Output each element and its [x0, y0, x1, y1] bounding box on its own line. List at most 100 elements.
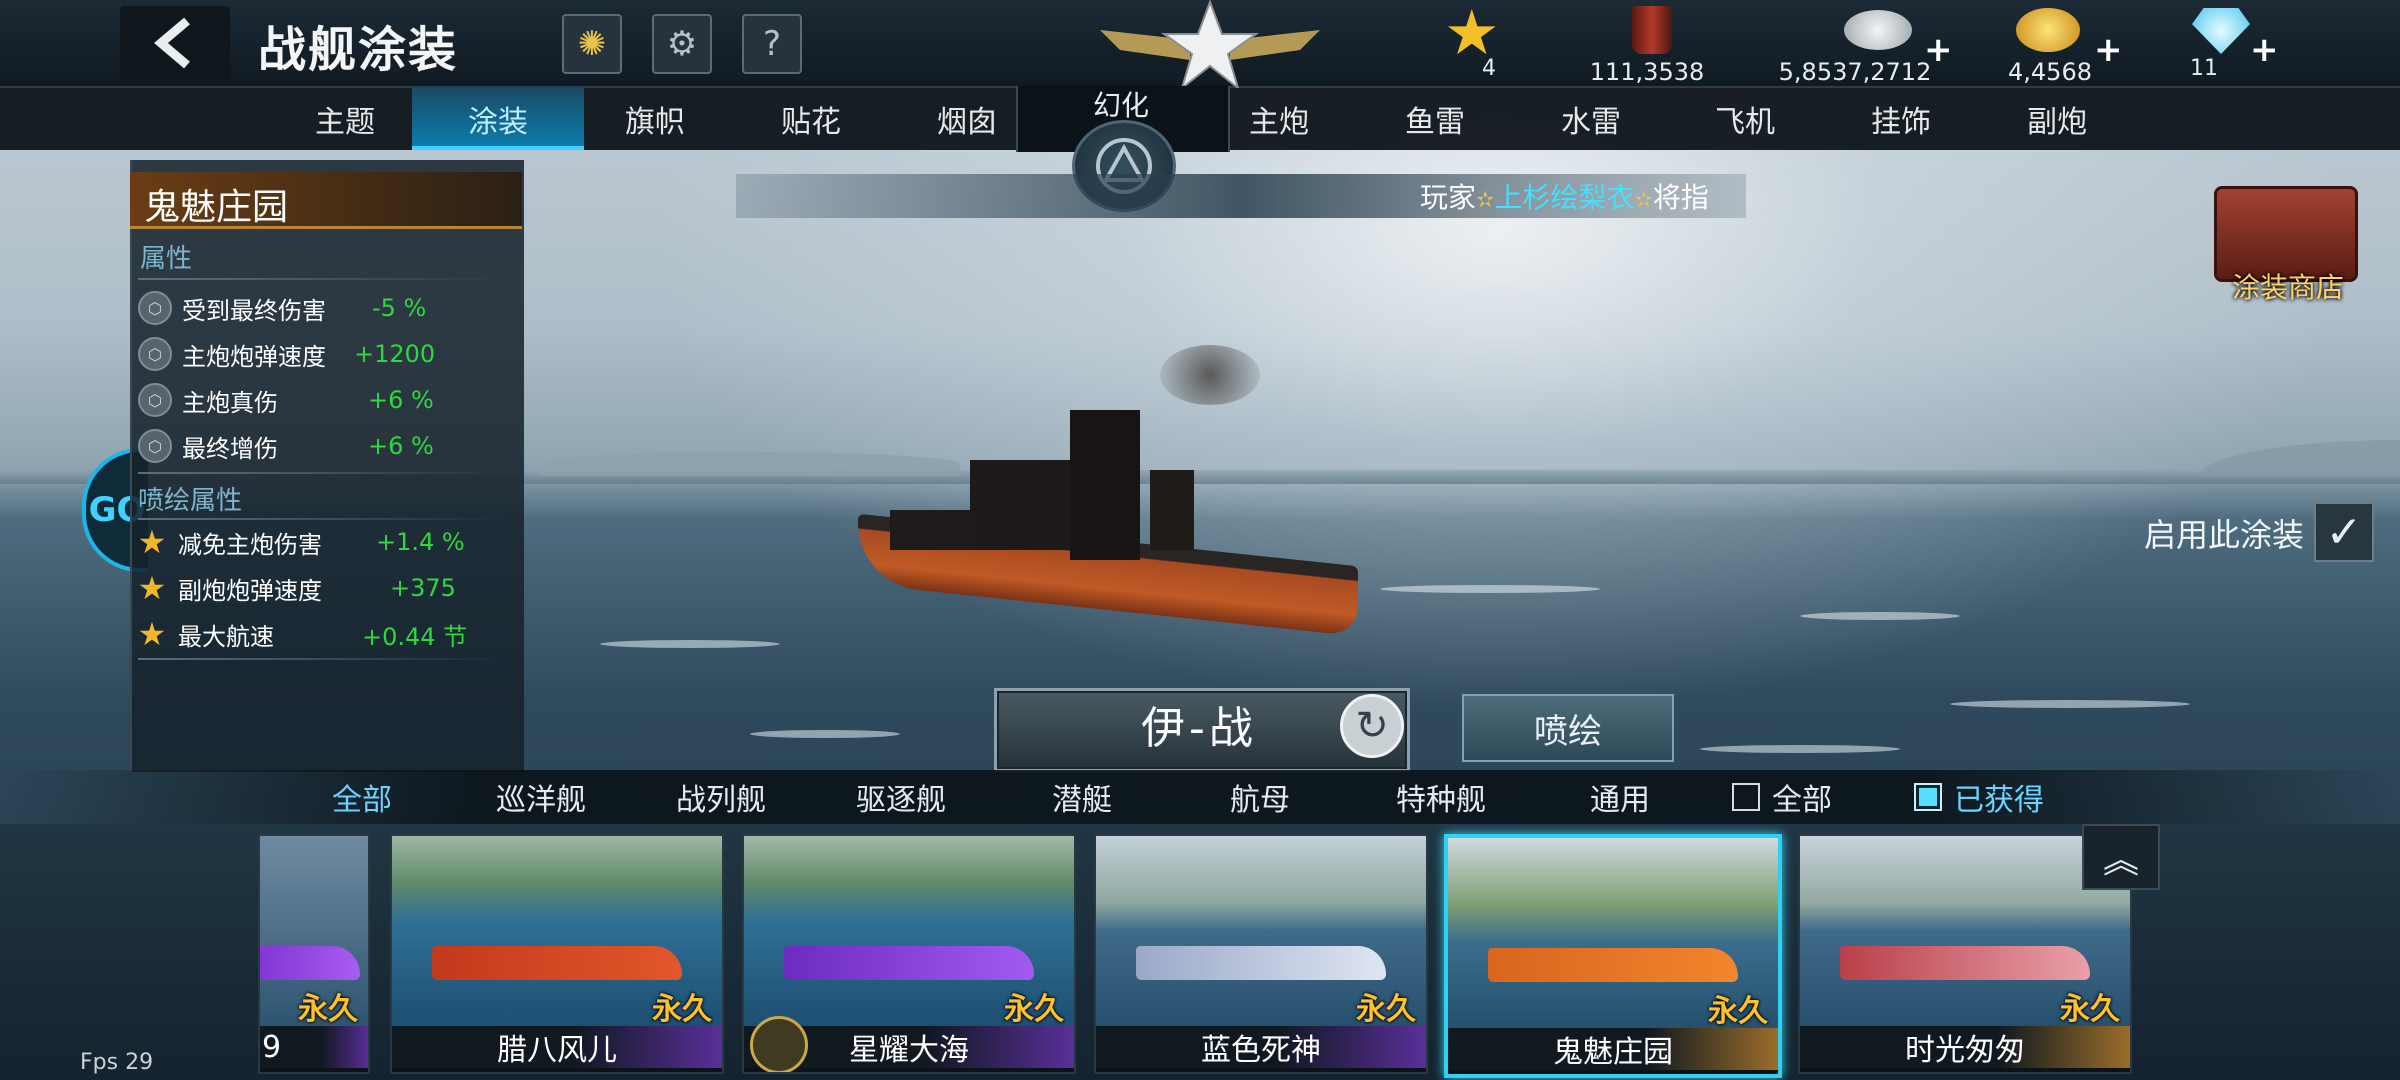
ship-thumbnail [1839, 946, 2091, 980]
refresh-icon: ↻ [1355, 703, 1389, 749]
question-icon: ? [762, 24, 782, 64]
tab-secondary-gun[interactable]: 副炮 [2002, 88, 2112, 150]
filter-carrier[interactable]: 航母 [1230, 774, 1290, 820]
spray-attr-row: ★ 最大航速 +0.44 节 [137, 615, 468, 653]
tab-flag[interactable]: 旗帜 [600, 88, 710, 150]
gold-resource: 4,4568 [2000, 2, 2100, 86]
star-icon: ★ [1444, 0, 1500, 69]
gear-icon: ⚙ [666, 24, 698, 64]
gold-value: 4,4568 [2008, 58, 2092, 86]
paint-bucket-icon [1632, 6, 1672, 54]
checkbox-checked-icon [1914, 783, 1942, 811]
wave [750, 730, 900, 738]
tab-theme[interactable]: 主题 [290, 88, 400, 150]
paint-resource: 111,3538 [1572, 2, 1722, 86]
back-button[interactable] [120, 6, 230, 80]
double-chevron-up-icon: ︽ [2102, 840, 2139, 881]
divider [138, 278, 508, 280]
wave [600, 640, 780, 648]
checkbox-icon [1732, 783, 1760, 811]
ship-thumbnail [1135, 946, 1387, 980]
ship-thumbnail [431, 946, 683, 980]
add-diamond-button[interactable]: + [2250, 30, 2279, 70]
firework-button[interactable]: ✺ [562, 14, 622, 74]
attr-row: ⬡ 主炮真伤 +6 % [138, 380, 508, 420]
paint-shop-label[interactable]: 涂装商店 [2232, 266, 2344, 306]
apply-skin-label: 启用此涂装 [2144, 516, 2305, 554]
filter-general[interactable]: 通用 [1590, 774, 1650, 820]
attr-row: ⬡ 受到最终伤害 -5 % [138, 288, 508, 328]
fps-counter: Fps 29 [80, 1050, 154, 1075]
tab-ornament[interactable]: 挂饰 [1846, 88, 1956, 150]
fuse-emblem-icon [750, 1016, 808, 1072]
skin-card-name: 9 [262, 1029, 282, 1065]
wave [1950, 700, 2190, 708]
filter-all[interactable]: 全部 [332, 774, 392, 820]
skin-card[interactable]: 永久 蓝色死神 [1094, 834, 1428, 1074]
filter-cruiser[interactable]: 巡洋舰 [496, 774, 586, 820]
settings-button[interactable]: ⚙ [652, 14, 712, 74]
gold-coins-icon [2016, 8, 2080, 52]
switch-ship-button[interactable]: ↻ [1340, 694, 1404, 758]
spray-button[interactable]: 喷绘 [1462, 694, 1674, 762]
rank-star-resource: ★ 4 [1438, 2, 1518, 86]
tab-main-gun[interactable]: 主炮 [1224, 88, 1334, 150]
player-name: 上杉绘梨衣 [1494, 181, 1635, 214]
ship-stern-deck [890, 510, 970, 550]
dragon-ornament [1160, 345, 1260, 405]
ship-tower [1070, 410, 1140, 560]
tab-funnel[interactable]: 烟囱 [912, 88, 1022, 150]
firework-icon: ✺ [577, 24, 607, 64]
skin-card[interactable]: 永久 9 [258, 834, 370, 1074]
diamond-icon [2192, 8, 2250, 54]
ship-thumbnail [1487, 948, 1739, 982]
skin-card-selected[interactable]: 永久 鬼魅庄园 [1444, 834, 1782, 1078]
tab-torpedo[interactable]: 鱼雷 [1380, 88, 1490, 150]
hex-attr-icon: ⬡ [138, 383, 172, 417]
tab-aircraft[interactable]: 飞机 [1690, 88, 1800, 150]
silver-value: 5,8537,2712 [1778, 58, 1932, 86]
silver-coins-icon [1844, 10, 1912, 50]
attr-section-title: 属性 [140, 244, 193, 274]
tab-decal[interactable]: 贴花 [756, 88, 866, 150]
skin-name-header: 鬼魅庄园 [130, 172, 522, 229]
page-title: 战舰涂装 [258, 22, 459, 78]
star-icon: ✫ [1476, 188, 1495, 213]
skin-card[interactable]: 永久 星耀大海 [742, 834, 1076, 1074]
paint-value: 111,3538 [1589, 58, 1705, 86]
ship-thumbnail [783, 946, 1035, 980]
ship-thumbnail [260, 946, 360, 980]
checkbox-show-all[interactable]: 全部 [1732, 774, 1832, 820]
hex-attr-icon: ⬡ [138, 291, 172, 325]
tab-mine[interactable]: 水雷 [1536, 88, 1646, 150]
divider [138, 658, 508, 660]
star-attr-icon: ★ [137, 523, 167, 561]
hex-attr-icon: ⬡ [138, 337, 172, 371]
hex-attr-icon: ⬡ [138, 429, 172, 463]
skin-name: 鬼魅庄园 [144, 187, 289, 228]
skin-card-name: 腊八风儿 [392, 1026, 722, 1068]
tab-paint[interactable]: 涂装 [412, 88, 584, 150]
filter-submarine[interactable]: 潜艇 [1052, 774, 1112, 820]
diamond-value: 11 [2190, 56, 2218, 81]
add-gold-button[interactable]: + [2094, 30, 2123, 70]
apply-skin-checkbox[interactable]: ✓ [2314, 502, 2374, 562]
chevron-left-icon [154, 17, 190, 69]
star-attr-icon: ★ [137, 569, 167, 607]
filter-destroyer[interactable]: 驱逐舰 [856, 774, 946, 820]
filter-special[interactable]: 特种舰 [1396, 774, 1486, 820]
collapse-button[interactable]: ︽ [2082, 824, 2160, 890]
filter-battleship[interactable]: 战列舰 [676, 774, 766, 820]
wave [1700, 745, 1900, 753]
divider [138, 518, 508, 520]
ship-funnel [1150, 470, 1194, 550]
skin-card-name: 时光匆匆 [1800, 1026, 2130, 1068]
battleship-model[interactable] [850, 390, 1370, 650]
wave [1800, 612, 1960, 620]
skin-card[interactable]: 永久 腊八风儿 [390, 834, 724, 1074]
help-button[interactable]: ? [742, 14, 802, 74]
rank-star-value: 4 [1482, 56, 1496, 81]
checkmark-icon: ✓ [2325, 506, 2363, 558]
add-silver-button[interactable]: + [1924, 30, 1953, 70]
checkbox-owned[interactable]: 已获得 [1914, 774, 2044, 820]
